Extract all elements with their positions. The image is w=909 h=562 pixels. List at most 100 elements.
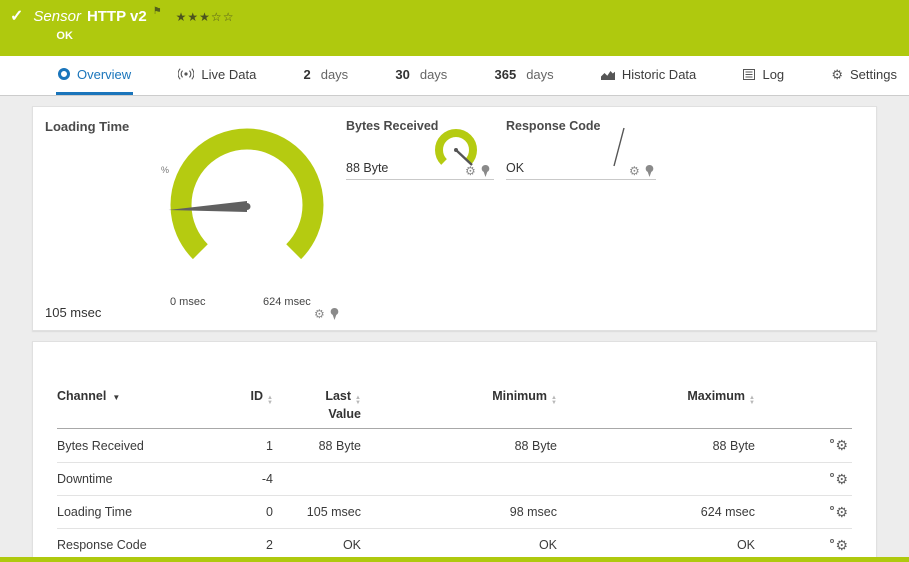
column-header-minimum-label: Minimum: [492, 389, 547, 403]
sensor-header: ✓ Sensor HTTP v2 ⚑ ★★★☆☆ OK: [0, 0, 909, 56]
cell-channel: Response Code: [57, 538, 207, 552]
response-gauge-actions: ⚙: [629, 165, 654, 177]
overview-donut-icon: [58, 68, 70, 80]
column-header-minimum[interactable]: Minimum▲▼: [361, 388, 557, 406]
cell-channel: Bytes Received: [57, 439, 207, 453]
footer-accent-bar: [0, 557, 909, 562]
loading-time-gauge-title: Loading Time: [45, 119, 129, 134]
gear-dot: [830, 539, 834, 543]
channels-panel: Channel▼ ID▲▼ Last▲▼ Value Minimum▲▼ Max…: [32, 341, 877, 562]
main-content: Loading Time % 0 msec 624 msec 105 msec …: [0, 96, 909, 562]
column-header-last-label: Last: [325, 389, 351, 403]
cell-last-value: 88 Byte: [273, 439, 361, 453]
prtg-sensor-page: ✓ Sensor HTTP v2 ⚑ ★★★☆☆ OK Overview Liv: [0, 0, 909, 562]
gear-dot: [830, 473, 834, 477]
cell-id: 1: [207, 439, 273, 453]
tab-live-data-label: Live Data: [201, 67, 256, 82]
column-header-maximum[interactable]: Maximum ▲▼: [557, 388, 755, 406]
gauge-min-label: 0 msec: [170, 296, 205, 308]
table-row-downtime: Downtime -4 ⚙: [57, 462, 852, 495]
loading-gauge-actions: ⚙: [314, 308, 339, 320]
gauges-panel: Loading Time % 0 msec 624 msec 105 msec …: [32, 106, 877, 331]
column-header-value-label: Value: [273, 406, 361, 422]
tab-log[interactable]: Log: [741, 56, 786, 95]
cell-id: 2: [207, 538, 273, 552]
cell-maximum: OK: [557, 538, 755, 552]
tab-log-label: Log: [762, 67, 784, 82]
cell-last-value: OK: [273, 538, 361, 552]
status-check-icon: ✓: [10, 8, 23, 26]
cell-channel: Downtime: [57, 472, 207, 486]
sort-active-icon: ▼: [112, 393, 120, 402]
response-code-value: OK: [506, 161, 524, 175]
tab-2-days[interactable]: 2 days: [301, 56, 350, 95]
pin-icon[interactable]: [481, 165, 490, 177]
priority-flag-icon[interactable]: ⚑: [153, 6, 162, 17]
divider: [506, 179, 656, 180]
column-header-channel-label: Channel: [57, 389, 106, 403]
channel-settings-icon[interactable]: ⚙: [835, 438, 848, 453]
sensor-title: HTTP v2: [87, 8, 147, 25]
gear-dot: [830, 506, 834, 510]
gear-dot: [830, 439, 834, 443]
cell-minimum: OK: [361, 538, 557, 552]
tab-365-days-label: days: [526, 67, 553, 82]
response-code-gauge-title: Response Code: [506, 119, 600, 133]
loading-time-gauge: [157, 123, 337, 283]
live-data-icon: [178, 68, 194, 80]
priority-stars[interactable]: ★★★☆☆: [176, 10, 235, 24]
cell-maximum: 88 Byte: [557, 439, 755, 453]
gauge-settings-icon[interactable]: ⚙: [629, 165, 640, 177]
gauge-unit-label: %: [161, 165, 169, 175]
tab-historic-data-label: Historic Data: [622, 67, 696, 82]
tab-365-days-number: 365: [495, 67, 517, 82]
object-type-label: Sensor: [33, 8, 81, 25]
channels-table-header: Channel▼ ID▲▼ Last▲▼ Value Minimum▲▼ Max…: [57, 342, 852, 429]
column-header-id[interactable]: ID▲▼: [207, 388, 273, 406]
channel-settings-icon[interactable]: ⚙: [835, 505, 848, 520]
column-header-id-label: ID: [251, 389, 264, 403]
gauge-settings-icon[interactable]: ⚙: [314, 308, 325, 320]
tab-bar: Overview Live Data 2 days 30 days 365 days: [0, 56, 909, 96]
cell-id: -4: [207, 472, 273, 486]
bytes-gauge-actions: ⚙: [465, 165, 490, 177]
tab-2-days-number: 2: [303, 67, 310, 82]
cell-minimum: 88 Byte: [361, 439, 557, 453]
channel-settings-icon[interactable]: ⚙: [835, 472, 848, 487]
tab-settings-label: Settings: [850, 67, 897, 82]
tab-settings[interactable]: ⚙ Settings: [829, 56, 899, 95]
pin-icon[interactable]: [330, 308, 339, 320]
column-header-maximum-label: Maximum: [687, 389, 745, 403]
bytes-received-gauge-title: Bytes Received: [346, 119, 438, 133]
historic-data-icon: [601, 69, 615, 80]
tab-30-days-number: 30: [395, 67, 409, 82]
table-row-bytes-received: Bytes Received 1 88 Byte 88 Byte 88 Byte…: [57, 429, 852, 462]
pin-icon[interactable]: [645, 165, 654, 177]
gauge-settings-icon[interactable]: ⚙: [465, 165, 476, 177]
tab-overview[interactable]: Overview: [56, 56, 133, 95]
tab-365-days[interactable]: 365 days: [493, 56, 556, 95]
tab-historic-data[interactable]: Historic Data: [599, 56, 698, 95]
sort-arrows-icon: ▲▼: [749, 396, 755, 406]
sensor-status-badge: OK: [33, 30, 234, 42]
cell-channel: Loading Time: [57, 505, 207, 519]
cell-minimum: 98 msec: [361, 505, 557, 519]
channel-settings-icon[interactable]: ⚙: [835, 538, 848, 553]
tab-30-days-label: days: [420, 67, 447, 82]
sensor-title-block: Sensor HTTP v2 ⚑ ★★★☆☆ OK: [33, 8, 234, 42]
table-row-loading-time: Loading Time 0 105 msec 98 msec 624 msec…: [57, 495, 852, 528]
tab-live-data[interactable]: Live Data: [176, 56, 258, 95]
tab-2-days-label: days: [321, 67, 348, 82]
cell-id: 0: [207, 505, 273, 519]
divider: [346, 179, 494, 180]
tab-30-days[interactable]: 30 days: [393, 56, 449, 95]
column-header-last-value[interactable]: Last▲▼ Value: [273, 388, 361, 422]
bytes-received-value: 88 Byte: [346, 161, 388, 175]
tab-overview-label: Overview: [77, 67, 131, 82]
cell-maximum: 624 msec: [557, 505, 755, 519]
column-header-channel[interactable]: Channel ▼: [57, 388, 207, 406]
loading-time-value: 105 msec: [45, 305, 101, 320]
settings-gear-icon: ⚙: [831, 68, 843, 81]
cell-last-value: 105 msec: [273, 505, 361, 519]
gauge-max-label: 624 msec: [263, 296, 311, 308]
